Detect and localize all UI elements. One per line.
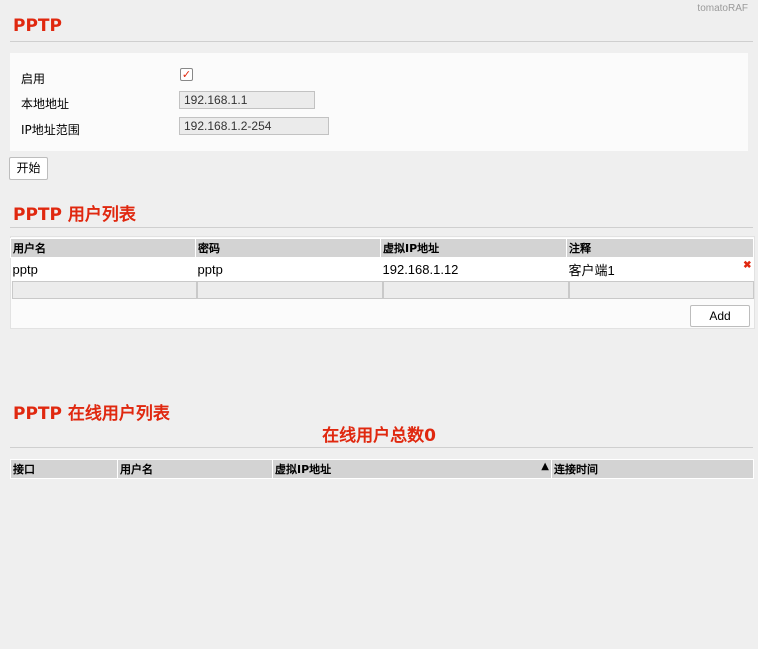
cell-virtual-ip: 192.168.1.12 xyxy=(380,257,567,281)
new-comment-input[interactable] xyxy=(569,281,754,299)
local-address-field[interactable]: 192.168.1.1 xyxy=(179,91,315,109)
ip-range-label: IP地址范围 xyxy=(21,123,80,137)
section-divider xyxy=(10,41,753,42)
online-count: 在线用户总数0 xyxy=(322,426,436,446)
column-header-password: 密码 xyxy=(195,238,381,258)
sort-ascending-icon: ▲ xyxy=(541,461,549,472)
enable-checkbox[interactable]: ✓ xyxy=(180,68,193,81)
brand-label: tomatoRAF xyxy=(697,3,748,14)
new-virtual-ip-input[interactable] xyxy=(383,281,569,299)
column-header-virtual-ip: 虚拟IP地址 xyxy=(380,238,567,258)
user-list-title: PPTP 用户列表 xyxy=(13,205,136,225)
new-username-input[interactable] xyxy=(12,281,197,299)
pptp-section-title: PPTP xyxy=(13,16,62,36)
ip-range-field[interactable]: 192.168.1.2-254 xyxy=(179,117,329,135)
cell-username: pptp xyxy=(10,257,196,281)
user-table-header: 用户名 密码 虚拟IP地址 注释 xyxy=(10,238,754,258)
delete-row-icon[interactable]: ✖ xyxy=(743,260,751,271)
column-header-username: 用户名 xyxy=(10,238,196,258)
cell-comment: 客户端1 xyxy=(568,263,615,278)
online-table: 接口 用户名 虚拟IP地址 ▲ 连接时间 xyxy=(10,459,754,479)
user-table: 用户名 密码 虚拟IP地址 注释 pptp pptp 192.168.1.12 … xyxy=(10,238,754,281)
column-header-connect-time[interactable]: 连接时间 xyxy=(551,459,754,479)
column-header-virtual-ip-wrapper[interactable]: 虚拟IP地址 ▲ xyxy=(272,459,552,479)
pptp-settings-panel: 启用 ✓ 本地地址 192.168.1.1 IP地址范围 192.168.1.2… xyxy=(10,53,748,151)
section-divider xyxy=(10,447,753,448)
section-divider xyxy=(10,227,753,228)
enable-label: 启用 xyxy=(21,72,46,86)
new-password-input[interactable] xyxy=(197,281,383,299)
add-button[interactable]: Add xyxy=(690,305,750,327)
table-row[interactable]: pptp pptp 192.168.1.12 客户端1 ✖ xyxy=(10,257,754,281)
column-header-comment: 注释 xyxy=(566,238,754,258)
cell-password: pptp xyxy=(195,257,381,281)
column-header-virtual-ip: 虚拟IP地址 xyxy=(275,463,332,476)
cell-comment-wrapper: 客户端1 ✖ xyxy=(566,257,754,281)
start-button[interactable]: 开始 xyxy=(9,157,48,180)
local-address-label: 本地地址 xyxy=(21,97,70,111)
column-header-username[interactable]: 用户名 xyxy=(117,459,273,479)
online-table-header: 接口 用户名 虚拟IP地址 ▲ 连接时间 xyxy=(10,459,754,479)
column-header-interface[interactable]: 接口 xyxy=(10,459,118,479)
